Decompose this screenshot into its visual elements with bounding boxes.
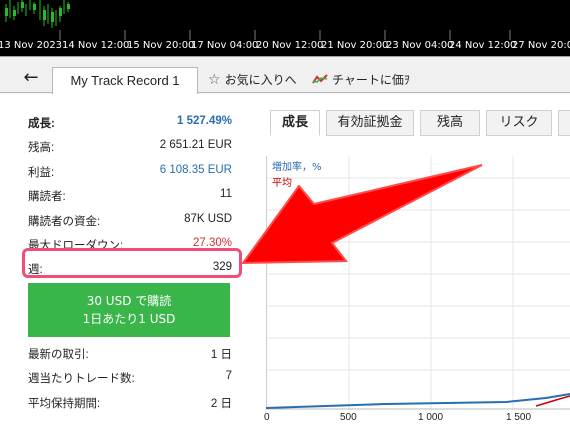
stat-row-balance: 残高: 2 651.21 EUR [28, 135, 232, 159]
stat-label: 最新の取引: [28, 349, 89, 361]
stat-label: 成長: [28, 118, 55, 130]
stat-value: 1 527.49% [177, 115, 232, 127]
stat-row-avg-holding: 平均保持期間: 2 日 [28, 391, 232, 415]
stat-row-trades-per-week: 週当たりトレード数: 7 [28, 366, 232, 390]
stat-row-subscribers: 購読者: 11 [28, 184, 232, 208]
stat-label: 購読者の資金: [28, 215, 101, 228]
add-to-favorites-button[interactable]: ☆ お気に入りへ [208, 71, 297, 88]
time-label: 14 Nov 12:00 [62, 40, 130, 51]
stat-label: 平均保持期間: [28, 397, 101, 410]
time-label: 21 Nov 20:00 [321, 40, 389, 51]
tab-risk[interactable]: リスク [486, 110, 552, 136]
stat-label: 購読者: [28, 191, 66, 204]
x-tick-label: 1 000 [418, 412, 444, 423]
subscribe-button[interactable]: 30 USD で購読 1日あたり1 USD [28, 283, 230, 337]
stat-row-profit: 利益: 6 108.35 EUR [28, 160, 232, 184]
tab-equity[interactable]: 有効証拠金 [326, 110, 414, 136]
stat-value: 1 日 [210, 349, 232, 361]
stat-label: 週当たりトレード数: [28, 373, 135, 386]
legend-average: 平均 [272, 178, 292, 189]
tab-growth[interactable]: 成長 [270, 110, 320, 136]
time-label: 17 Nov 04:00 [191, 40, 259, 51]
stat-label: 利益: [28, 166, 55, 179]
growth-chart-svg [267, 156, 570, 410]
time-label: 24 Nov 12:00 [449, 40, 517, 51]
stats-panel-bottom: 最新の取引: 1 日 週当たりトレード数: 7 平均保持期間: 2 日 [28, 342, 232, 415]
back-button[interactable]: ← [14, 67, 48, 91]
stat-value: 6 108.35 EUR [159, 163, 232, 176]
candles-graphic [5, 0, 511, 40]
time-label: 13 Nov 2023 [0, 40, 63, 51]
chart-line-icon [312, 74, 328, 84]
weeks-highlight-box [22, 248, 242, 278]
stat-value: 2 日 [210, 397, 232, 410]
x-tick-label: 0 [264, 412, 270, 423]
stat-value: 87K USD [184, 212, 232, 225]
growth-chart [266, 156, 570, 410]
stat-label: 残高: [28, 142, 55, 155]
time-axis: 13 Nov 2023 14 Nov 12:00 15 Nov 20:00 17… [0, 38, 570, 56]
tab-bar: ← My Track Record 1 ☆ お気に入りへ チャートに価ｦ [0, 63, 570, 94]
stat-row-subscriber-funds: 購読者の資金: 87K USD [28, 209, 232, 233]
stat-row-latest-trade: 最新の取引: 1 日 [28, 342, 232, 366]
stat-value: 7 [225, 370, 232, 383]
star-icon: ☆ [208, 72, 221, 88]
stat-value: 11 [220, 188, 232, 201]
stat-value: 2 651.21 EUR [159, 139, 232, 152]
x-tick-label: 500 [340, 412, 357, 423]
subscribe-price-label: 30 USD で購読 [86, 294, 172, 308]
subscribe-daily-label: 1日あたり1 USD [82, 312, 176, 326]
tab-more[interactable] [558, 110, 570, 136]
x-tick-label: 1 500 [506, 412, 532, 423]
chart-link-label: チャートに価ｦ [332, 73, 410, 87]
stat-row-growth: 成長: 1 527.49% [28, 111, 232, 135]
favorites-label: お気に入りへ [224, 73, 297, 87]
time-label: 27 Nov 20:00 [512, 40, 570, 51]
time-label: 20 Nov 12:00 [256, 40, 324, 51]
tab-track-record[interactable]: My Track Record 1 [52, 67, 198, 94]
time-label: 15 Nov 20:00 [127, 40, 195, 51]
arrow-left-icon: ← [23, 67, 39, 88]
price-chart-strip: 13 Nov 2023 14 Nov 12:00 15 Nov 20:00 17… [0, 0, 570, 56]
add-to-chart-button[interactable]: チャートに価ｦ [312, 71, 410, 88]
legend-growth: 増加率，% [272, 162, 322, 173]
tab-balance[interactable]: 残高 [420, 110, 480, 136]
time-label: 23 Nov 04:00 [386, 40, 454, 51]
